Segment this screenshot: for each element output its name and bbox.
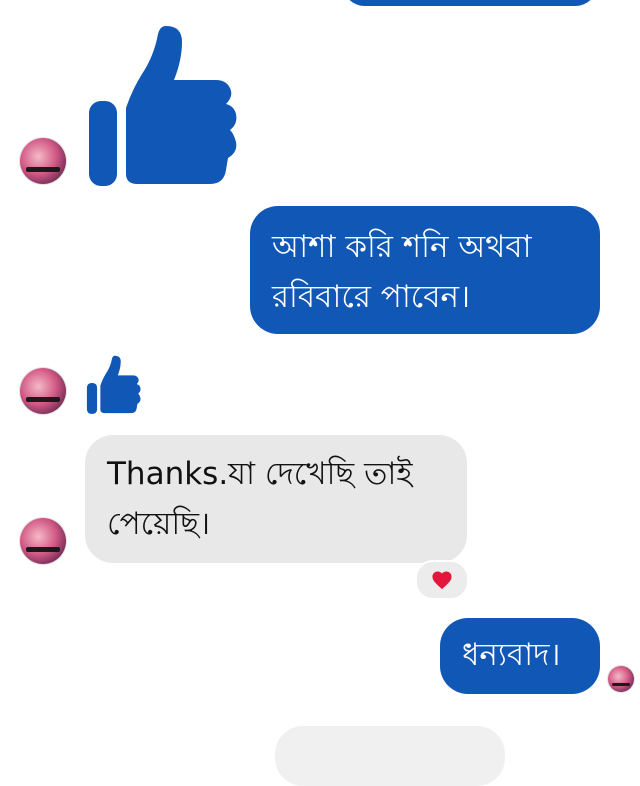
message-thread: আশা করি শনি অথবা রবিবারে পাবেন। Thanks.য… bbox=[0, 0, 640, 786]
message-text-line: রবিবারে পাবেন। bbox=[272, 279, 471, 315]
message-bubble-partial-top[interactable] bbox=[342, 0, 598, 6]
message-bubble-outgoing[interactable]: ধন্যবাদ। bbox=[440, 618, 600, 694]
message-reaction[interactable] bbox=[415, 560, 469, 600]
heart-icon bbox=[432, 571, 452, 590]
message-bubble-incoming[interactable]: Thanks.যা দেখেছি তাই পেয়েছি। bbox=[85, 435, 467, 563]
contact-avatar[interactable] bbox=[20, 518, 66, 564]
read-receipt-avatar bbox=[608, 666, 634, 692]
message-text-line: ধন্যবাদ। bbox=[462, 637, 561, 673]
message-text-line: পেয়েছি। bbox=[107, 506, 211, 542]
message-text-line: Thanks.যা দেখেছি তাই bbox=[107, 456, 413, 492]
message-bubble-outgoing[interactable]: আশা করি শনি অথবা রবিবারে পাবেন। bbox=[250, 206, 600, 334]
message-bubble-partial-bottom[interactable] bbox=[275, 726, 505, 786]
thumbs-up-icon[interactable] bbox=[86, 24, 241, 189]
contact-avatar[interactable] bbox=[20, 138, 66, 184]
contact-avatar[interactable] bbox=[20, 368, 66, 414]
thumbs-up-icon[interactable] bbox=[85, 355, 143, 415]
message-text-line: আশা করি শনি অথবা bbox=[272, 229, 532, 265]
